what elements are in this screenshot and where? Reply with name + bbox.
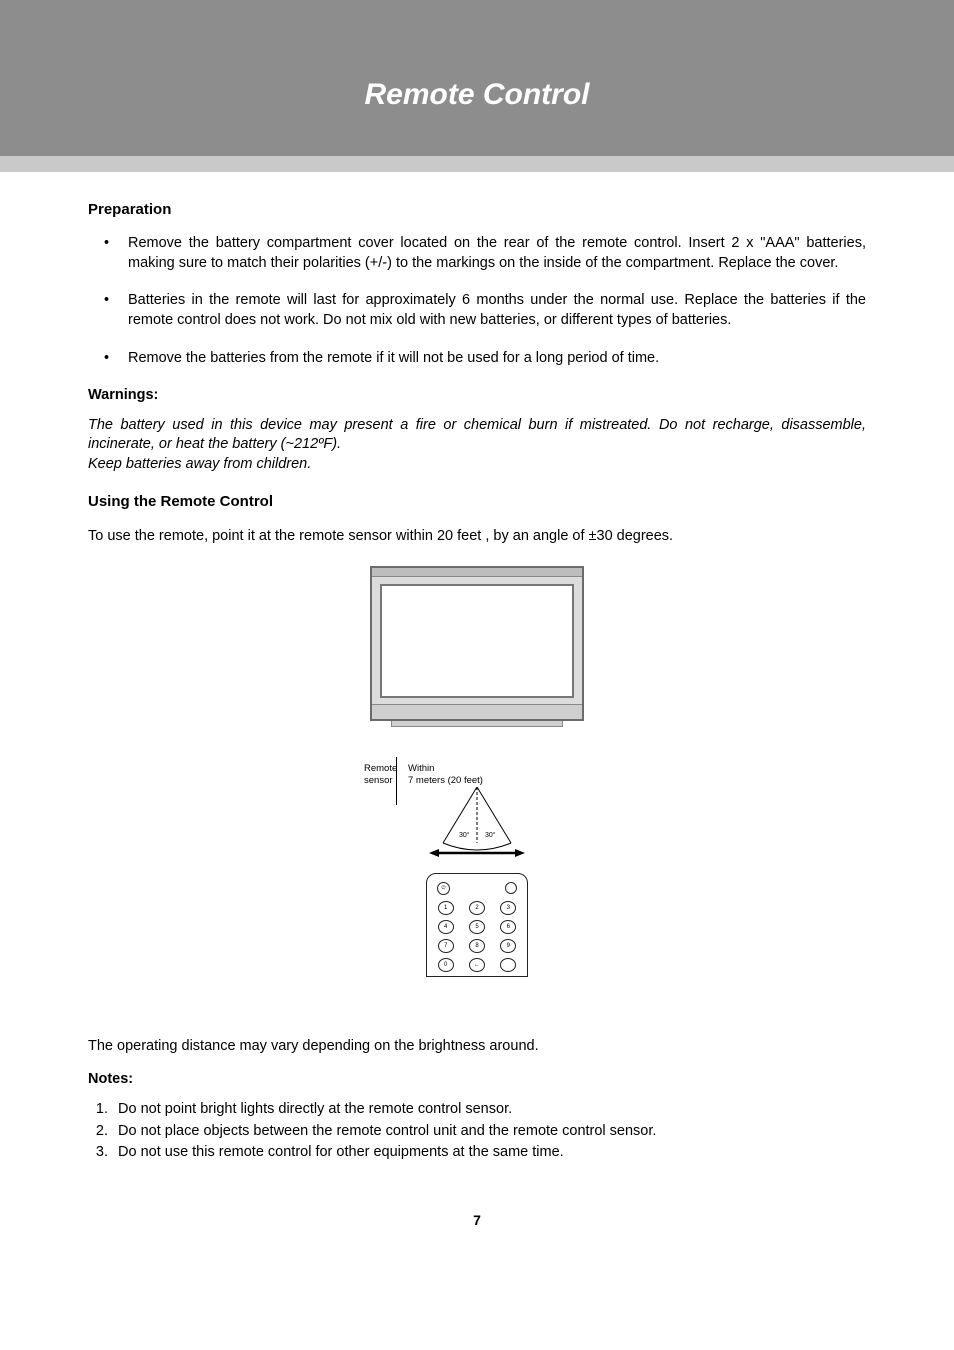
remote-key: 2 — [469, 901, 485, 915]
notes-item: Do not point bright lights directly at t… — [112, 1100, 866, 1120]
tv-illustration — [370, 566, 584, 721]
remote-key: 7 — [438, 939, 454, 953]
cone-svg: 30° 30° — [427, 787, 527, 865]
page-title: Remote Control — [0, 0, 954, 112]
remote-diagram: Remote sensor Within 7 meters (20 feet) — [362, 566, 592, 977]
header-sub-band — [0, 156, 954, 172]
tv-screen — [380, 584, 574, 698]
warnings-line-2: Keep batteries away from children. — [88, 456, 311, 472]
power-icon: ⏻ — [437, 882, 450, 895]
preparation-list: Remove the battery compartment cover loc… — [96, 234, 866, 368]
angle-cone: 30° 30° — [427, 787, 527, 865]
sensor-label-area: Remote sensor Within 7 meters (20 feet) — [362, 763, 592, 787]
notes-item: Do not use this remote control for other… — [112, 1143, 866, 1163]
warnings-line-1: The battery used in this device may pres… — [88, 417, 866, 453]
preparation-heading: Preparation — [88, 200, 866, 220]
sensor-label-1b: sensor — [364, 775, 393, 786]
notes-label: Notes: — [88, 1070, 866, 1090]
remote-key: ← — [469, 958, 485, 972]
using-paragraph: To use the remote, point it at the remot… — [88, 527, 866, 547]
sensor-label-2b: 7 meters (20 feet) — [408, 775, 483, 786]
using-heading: Using the Remote Control — [88, 492, 866, 512]
operating-distance-note: The operating distance may vary dependin… — [88, 1037, 866, 1057]
tv-bezel-top — [372, 568, 582, 577]
sensor-label-2a: Within — [408, 763, 434, 774]
tv-controls — [372, 704, 582, 719]
remote-key: 9 — [500, 939, 516, 953]
indicator-icon — [505, 882, 517, 894]
remote-key: 8 — [469, 939, 485, 953]
remote-top-row: ⏻ — [433, 882, 521, 899]
angle-left-label: 30° — [459, 831, 470, 839]
angle-right-label: 30° — [485, 831, 496, 839]
remote-illustration: ⏻ 1 2 3 4 5 6 7 8 9 0 ← — [426, 873, 528, 977]
warnings-label: Warnings: — [88, 386, 866, 406]
remote-key: 1 — [438, 901, 454, 915]
preparation-bullet: Remove the batteries from the remote if … — [96, 349, 866, 369]
notes-list: Do not point bright lights directly at t… — [88, 1100, 866, 1163]
sensor-labels: Remote sensor Within 7 meters (20 feet) — [364, 763, 592, 787]
diagram-container: Remote sensor Within 7 meters (20 feet) — [88, 566, 866, 977]
remote-key: 5 — [469, 920, 485, 934]
remote-key: 6 — [500, 920, 516, 934]
page-number: 7 — [88, 1211, 866, 1254]
remote-key: 0 — [438, 958, 454, 972]
page-content: Preparation Remove the battery compartme… — [0, 172, 954, 1254]
remote-key: 3 — [500, 901, 516, 915]
remote-key: 4 — [438, 920, 454, 934]
sensor-pointer-line — [396, 757, 397, 805]
remote-key — [500, 958, 516, 972]
notes-item: Do not place objects between the remote … — [112, 1122, 866, 1142]
preparation-bullet: Remove the battery compartment cover loc… — [96, 234, 866, 273]
page-header: Remote Control — [0, 0, 954, 156]
preparation-bullet: Batteries in the remote will last for ap… — [96, 291, 866, 330]
remote-keypad: 1 2 3 4 5 6 7 8 9 0 ← — [433, 899, 521, 974]
sensor-label-1a: Remote — [364, 763, 397, 774]
warnings-text: The battery used in this device may pres… — [88, 416, 866, 475]
tv-stand — [391, 721, 563, 727]
